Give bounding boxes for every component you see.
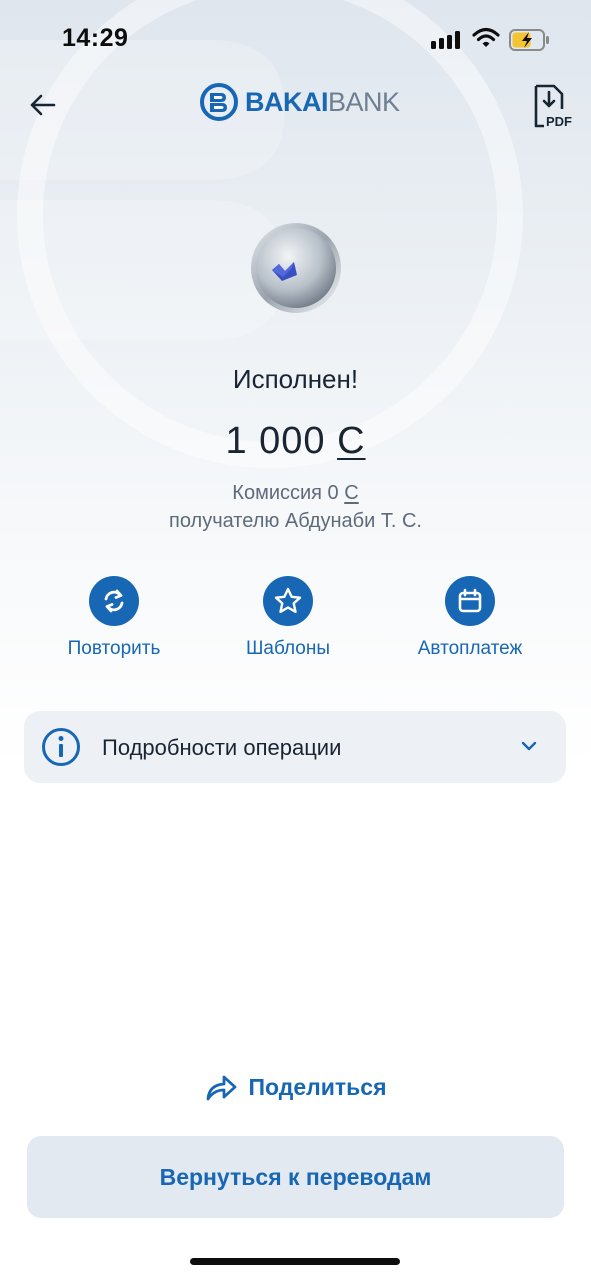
bakai-logo-mark-icon xyxy=(200,83,238,121)
share-label: Поделиться xyxy=(248,1073,387,1100)
operation-details-label: Подробности операции xyxy=(102,735,342,760)
autopayment-action-button[interactable]: Автоплатеж xyxy=(385,576,555,660)
info-icon xyxy=(42,728,80,766)
operation-status-title: Исполнен! xyxy=(232,364,359,394)
repeat-action-label: Повторить xyxy=(67,638,161,659)
repeat-action-button[interactable]: Повторить xyxy=(29,576,199,660)
cellular-signal-icon xyxy=(431,31,460,49)
currency-symbol: С xyxy=(337,420,366,462)
logo-text-bank: BANK xyxy=(328,86,400,117)
templates-action-button[interactable]: Шаблоны xyxy=(203,576,373,660)
battery-charging-icon xyxy=(509,29,549,51)
operation-details-toggle[interactable]: Подробности операции xyxy=(24,711,566,783)
pdf-label: PDF xyxy=(546,114,572,129)
pdf-download-button[interactable]: PDF xyxy=(528,82,576,130)
share-icon xyxy=(207,1075,237,1101)
transfer-amount: 1 000 С xyxy=(0,420,591,463)
autopayment-action-label: Автоплатеж xyxy=(417,638,523,659)
return-to-transfers-label: Вернуться к переводам xyxy=(159,1163,432,1190)
chevron-down-icon xyxy=(521,741,537,751)
wifi-icon xyxy=(472,27,500,47)
recipient-text: получателю Абдунаби Т. С. xyxy=(169,510,422,532)
commission-text: Комиссия 0 С xyxy=(0,482,591,505)
amount-value: 1 000 xyxy=(225,420,326,462)
home-indicator xyxy=(190,1258,400,1265)
repeat-icon xyxy=(104,589,124,613)
back-button[interactable] xyxy=(26,88,60,122)
status-time: 14:29 xyxy=(62,24,129,52)
bakai-bank-logo: BAKAI BANK xyxy=(199,80,400,124)
share-button[interactable]: Поделиться xyxy=(0,1072,591,1102)
return-to-transfers-button[interactable]: Вернуться к переводам xyxy=(27,1136,564,1218)
logo-text-bakai: BAKAI xyxy=(245,86,329,117)
star-icon xyxy=(274,587,302,613)
success-status-icon xyxy=(251,223,341,313)
templates-action-label: Шаблоны xyxy=(245,638,331,659)
calendar-icon xyxy=(458,588,482,613)
commission-currency: С xyxy=(344,482,359,504)
commission-value: Комиссия 0 xyxy=(232,482,339,504)
